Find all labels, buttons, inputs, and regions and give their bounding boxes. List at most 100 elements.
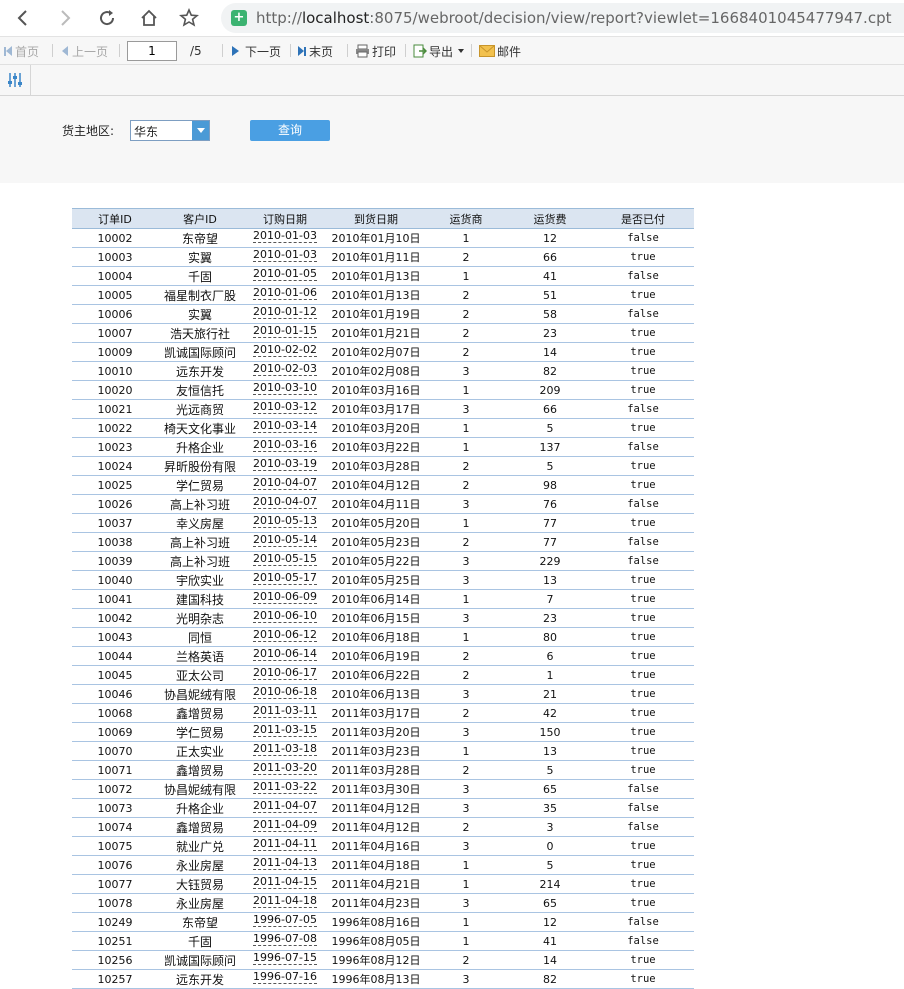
export-button[interactable]: 导出 [413, 42, 465, 60]
order-date-cell: 2011-04-15 [242, 874, 328, 894]
arrival-date-cell: 2010年02月07日 [328, 342, 424, 362]
arrival-date-cell: 2011年04月21日 [328, 874, 424, 894]
order-date-cell: 2010-04-07 [242, 475, 328, 495]
table-row: 10005 福星制衣厂股 2010-01-06 2010年01月13日 2 51 true [72, 285, 694, 305]
paid-cell: true [592, 760, 694, 780]
order-id-cell: 10072 [72, 779, 158, 799]
order-date-text: 2010-02-02 [253, 342, 317, 357]
paid-cell: true [592, 570, 694, 590]
table-row: 10024 昇昕股份有限 2010-03-19 2010年03月28日 2 5 true [72, 456, 694, 476]
bookmark-star-icon[interactable] [176, 5, 202, 31]
arrival-date-cell: 2010年06月14日 [328, 589, 424, 609]
arrival-date-cell: 2010年04月12日 [328, 475, 424, 495]
order-id-cell: 10077 [72, 874, 158, 894]
order-date-text: 2011-04-18 [253, 893, 317, 908]
reload-icon[interactable] [94, 5, 120, 31]
shipper-cell: 3 [424, 722, 508, 742]
order-date-cell: 2011-04-07 [242, 798, 328, 818]
customer-id-cell: 高上补习班 [158, 494, 242, 514]
order-id-cell: 10024 [72, 456, 158, 476]
customer-id-cell: 同恒 [158, 627, 242, 647]
freight-cell: 14 [508, 950, 592, 970]
freight-cell: 21 [508, 684, 592, 704]
last-page-button[interactable]: 末页 [298, 42, 333, 60]
order-date-text: 2010-06-17 [253, 665, 317, 680]
paid-cell: true [592, 722, 694, 742]
order-date-text: 2010-01-15 [253, 323, 317, 338]
next-page-button[interactable]: 下一页 [232, 42, 281, 60]
customer-id-cell: 昇昕股份有限 [158, 456, 242, 476]
order-date-text: 2010-06-10 [253, 608, 317, 623]
last-page-icon [298, 46, 306, 56]
arrival-date-cell: 2011年03月20日 [328, 722, 424, 742]
arrival-date-cell: 2011年04月12日 [328, 817, 424, 837]
table-row: 10009 凯诚国际顾问 2010-02-02 2010年02月07日 2 14 true [72, 342, 694, 362]
order-date-text: 2010-06-12 [253, 627, 317, 642]
order-date-cell: 2010-06-12 [242, 627, 328, 647]
shipper-cell: 3 [424, 494, 508, 514]
order-id-cell: 10002 [72, 228, 158, 248]
customer-id-cell: 东帝望 [158, 228, 242, 248]
table-row: 10045 亚太公司 2010-06-17 2010年06月22日 2 1 true [72, 665, 694, 685]
shipper-cell: 2 [424, 817, 508, 837]
paid-cell: true [592, 247, 694, 267]
customer-id-cell: 正太实业 [158, 741, 242, 761]
shipper-cell: 1 [424, 855, 508, 875]
orders-table: 订单ID 客户ID 订购日期 到货日期 运货商 运货费 是否已付 10002 东帝… [72, 208, 694, 989]
shipper-cell: 2 [424, 304, 508, 324]
shipper-cell: 2 [424, 665, 508, 685]
freight-cell: 12 [508, 228, 592, 248]
print-button[interactable]: 打印 [355, 42, 396, 60]
order-id-cell: 10040 [72, 570, 158, 590]
order-date-cell: 2010-02-02 [242, 342, 328, 362]
arrival-date-cell: 2010年01月13日 [328, 285, 424, 305]
order-date-cell: 2010-02-03 [242, 361, 328, 381]
table-row: 10043 同恒 2010-06-12 2010年06月18日 1 80 true [72, 627, 694, 647]
order-date-text: 2011-03-11 [253, 703, 317, 718]
region-label: 货主地区: [62, 124, 115, 138]
parameter-settings-icon[interactable] [0, 65, 31, 95]
paid-cell: false [592, 494, 694, 514]
customer-id-cell: 协昌妮绒有限 [158, 684, 242, 704]
order-id-cell: 10026 [72, 494, 158, 514]
shipper-cell: 1 [424, 589, 508, 609]
order-date-text: 2010-01-05 [253, 266, 317, 281]
chevron-down-icon[interactable] [192, 121, 209, 140]
paid-cell: true [592, 646, 694, 666]
shipper-cell: 1 [424, 912, 508, 932]
back-icon[interactable] [10, 5, 36, 31]
site-security-icon[interactable]: + [231, 10, 247, 26]
page-number-input[interactable] [127, 41, 177, 61]
table-row: 10002 东帝望 2010-01-03 2010年01月10日 1 12 false [72, 228, 694, 248]
customer-id-cell: 东帝望 [158, 912, 242, 932]
forward-icon[interactable] [52, 5, 78, 31]
order-id-cell: 10023 [72, 437, 158, 457]
export-icon [413, 44, 427, 58]
first-page-button[interactable]: 首页 [4, 42, 39, 60]
table-row: 10025 学仁贸易 2010-04-07 2010年04月12日 2 98 true [72, 475, 694, 495]
table-row: 10010 远东开发 2010-02-03 2010年02月08日 3 82 true [72, 361, 694, 381]
address-bar[interactable]: + http://localhost:8075/webroot/decision… [221, 3, 904, 33]
order-date-text: 2010-01-03 [253, 247, 317, 262]
shipper-cell: 2 [424, 323, 508, 343]
freight-cell: 35 [508, 798, 592, 818]
order-id-cell: 10069 [72, 722, 158, 742]
table-row: 10023 升格企业 2010-03-16 2010年03月22日 1 137 false [72, 437, 694, 457]
table-row: 10039 高上补习班 2010-05-15 2010年05月22日 3 229 false [72, 551, 694, 571]
first-page-icon [4, 46, 12, 56]
order-date-text: 2010-06-14 [253, 646, 317, 661]
order-date-text: 2011-03-18 [253, 741, 317, 756]
prev-page-button[interactable]: 上一页 [62, 42, 108, 60]
paid-cell: true [592, 513, 694, 533]
arrival-date-cell: 1996年08月16日 [328, 912, 424, 932]
order-date-cell: 2010-03-14 [242, 418, 328, 438]
home-icon[interactable] [136, 5, 162, 31]
query-button[interactable]: 查询 [250, 120, 330, 141]
region-select[interactable]: 华东 [130, 120, 210, 141]
next-page-icon [232, 46, 239, 56]
arrival-date-cell: 1996年08月13日 [328, 969, 424, 989]
mail-button[interactable]: 邮件 [479, 42, 521, 60]
order-id-cell: 10041 [72, 589, 158, 609]
order-id-cell: 10074 [72, 817, 158, 837]
report-table-container: 订单ID 客户ID 订购日期 到货日期 运货商 运货费 是否已付 10002 东帝… [72, 208, 694, 989]
